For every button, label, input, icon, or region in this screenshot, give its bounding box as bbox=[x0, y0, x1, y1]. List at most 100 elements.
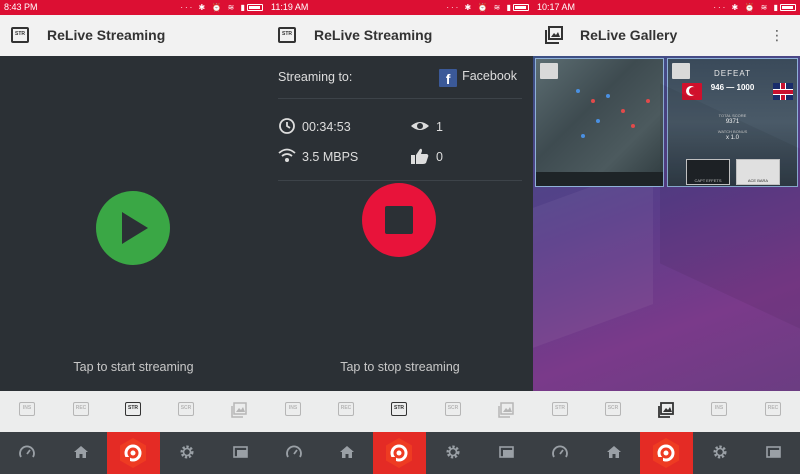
award-card: ACE BARA bbox=[736, 159, 780, 185]
start-streaming-button[interactable] bbox=[96, 191, 170, 265]
gallery-icon bbox=[231, 402, 247, 418]
gallery-content: DEFEAT 946 — 1000 TOTAL SCORE 9371 WATCH… bbox=[533, 56, 800, 391]
relive-home-button[interactable] bbox=[640, 432, 693, 474]
gear-icon[interactable] bbox=[711, 443, 729, 461]
tab-streaming[interactable]: STR bbox=[391, 402, 407, 416]
like-count: 0 bbox=[410, 147, 443, 166]
status-bar: 8:43 PM ··· ✱ ⏰ ≋ ▮ bbox=[0, 0, 267, 15]
gallery-icon bbox=[658, 402, 674, 418]
bottom-nav bbox=[533, 432, 800, 474]
gallery-screen: 10:17 AM ··· ✱ ⏰ ≋ ▮ ReLive Gallery ⋮ DE… bbox=[533, 0, 800, 474]
gear-icon[interactable] bbox=[178, 443, 196, 461]
streaming-screen-live: 11:19 AM ··· ✱ ⏰ ≋ ▮ STR ReLive Streamin… bbox=[267, 0, 533, 474]
image-icon bbox=[540, 63, 558, 79]
app-bar: STR ReLive Streaming bbox=[0, 15, 267, 56]
bottom-nav bbox=[267, 432, 533, 474]
gallery-icon bbox=[498, 402, 514, 418]
likes-value: 0 bbox=[436, 150, 443, 164]
viewers-value: 1 bbox=[436, 120, 443, 134]
tab-instant-replay[interactable]: INS bbox=[285, 402, 301, 416]
home-icon[interactable] bbox=[338, 443, 356, 461]
battery-icon bbox=[780, 4, 796, 11]
status-icons: ··· ✱ ⏰ ≋ ▮ bbox=[180, 0, 263, 15]
relive-logo-icon bbox=[657, 444, 675, 462]
relive-logo-icon bbox=[124, 444, 142, 462]
tab-gallery[interactable] bbox=[231, 402, 247, 418]
sub-tab-bar: INS REC STR SCR bbox=[267, 391, 533, 432]
app-bar: ReLive Gallery ⋮ bbox=[533, 15, 800, 56]
home-icon[interactable] bbox=[605, 443, 623, 461]
stop-icon bbox=[385, 206, 413, 234]
tab-screenshot[interactable]: SCR bbox=[605, 402, 621, 416]
start-streaming-prompt: Tap to start streaming bbox=[73, 360, 194, 374]
award-card: CAPT EFFETS bbox=[686, 159, 730, 185]
battery-icon bbox=[513, 4, 529, 11]
wifi-icon bbox=[278, 148, 296, 162]
award-card-label: CAPT EFFETS bbox=[694, 178, 722, 183]
sub-tab-bar: STR SCR INS REC bbox=[533, 391, 800, 432]
uk-flag-icon bbox=[773, 83, 793, 100]
total-score-label: TOTAL SCORE bbox=[718, 113, 747, 118]
gallery-thumbnail[interactable] bbox=[535, 58, 664, 187]
relive-home-button[interactable] bbox=[107, 432, 160, 474]
match-result: DEFEAT bbox=[714, 69, 751, 78]
streaming-icon: STR bbox=[11, 27, 29, 43]
streaming-screen-idle: 8:43 PM ··· ✱ ⏰ ≋ ▮ STR ReLive Streaming… bbox=[0, 0, 267, 474]
tab-screenshot[interactable]: SCR bbox=[178, 402, 194, 416]
clock-icon bbox=[279, 118, 295, 134]
award-card-label: ACE BARA bbox=[747, 178, 769, 183]
status-bar: 10:17 AM ··· ✱ ⏰ ≋ ▮ bbox=[533, 0, 800, 15]
eye-icon bbox=[411, 122, 429, 130]
tab-streaming[interactable]: STR bbox=[125, 402, 141, 416]
stream-bitrate: 3.5 MBPS bbox=[278, 147, 358, 166]
tab-record[interactable]: REC bbox=[765, 402, 781, 416]
speedometer-icon[interactable] bbox=[18, 443, 36, 461]
speedometer-icon[interactable] bbox=[285, 443, 303, 461]
sub-tab-bar: INS REC STR SCR bbox=[0, 391, 267, 432]
page-title: ReLive Streaming bbox=[47, 27, 166, 43]
viewer-count: 1 bbox=[410, 117, 443, 136]
stream-duration: 00:34:53 bbox=[278, 117, 351, 136]
gallery-icon bbox=[545, 26, 563, 44]
tab-streaming[interactable]: STR bbox=[552, 402, 568, 416]
gallery-thumbnail[interactable]: DEFEAT 946 — 1000 TOTAL SCORE 9371 WATCH… bbox=[667, 58, 798, 187]
streaming-to-label: Streaming to: bbox=[278, 70, 353, 84]
tab-record[interactable]: REC bbox=[338, 402, 354, 416]
tab-instant-replay[interactable]: INS bbox=[19, 402, 35, 416]
main-content: Streaming to: f Facebook 00:34:53 1 3.5 M… bbox=[267, 56, 533, 391]
total-score-value: 9371 bbox=[725, 119, 740, 125]
tab-gallery[interactable] bbox=[658, 402, 674, 418]
duration-value: 00:34:53 bbox=[302, 120, 351, 134]
overlay-icon[interactable] bbox=[232, 443, 250, 461]
bottom-nav bbox=[0, 432, 267, 474]
tab-record[interactable]: REC bbox=[73, 402, 89, 416]
overlay-icon[interactable] bbox=[765, 443, 783, 461]
platform-name: Facebook bbox=[462, 69, 517, 83]
stop-streaming-prompt: Tap to stop streaming bbox=[340, 360, 460, 374]
status-icons: ··· ✱ ⏰ ≋ ▮ bbox=[713, 0, 796, 15]
status-time: 11:19 AM bbox=[271, 2, 309, 12]
status-bar: 11:19 AM ··· ✱ ⏰ ≋ ▮ bbox=[267, 0, 533, 15]
page-title: ReLive Streaming bbox=[314, 27, 433, 43]
stop-streaming-button[interactable] bbox=[362, 183, 436, 257]
relive-home-button[interactable] bbox=[373, 432, 426, 474]
status-time: 10:17 AM bbox=[537, 2, 576, 12]
play-icon bbox=[122, 212, 148, 244]
divider bbox=[278, 180, 522, 181]
gear-icon[interactable] bbox=[444, 443, 462, 461]
home-icon[interactable] bbox=[72, 443, 90, 461]
tab-instant-replay[interactable]: INS bbox=[711, 402, 727, 416]
speedometer-icon[interactable] bbox=[551, 443, 569, 461]
app-bar: STR ReLive Streaming bbox=[267, 15, 533, 56]
tab-gallery[interactable] bbox=[498, 402, 514, 418]
tab-screenshot[interactable]: SCR bbox=[445, 402, 461, 416]
overflow-menu-icon[interactable]: ⋮ bbox=[770, 27, 784, 43]
facebook-icon: f bbox=[439, 69, 458, 87]
status-icons: ··· ✱ ⏰ ≋ ▮ bbox=[446, 0, 529, 15]
streaming-platform[interactable]: f Facebook bbox=[439, 66, 517, 87]
overlay-icon[interactable] bbox=[498, 443, 516, 461]
bitrate-value: 3.5 MBPS bbox=[302, 150, 359, 164]
streaming-icon: STR bbox=[278, 27, 296, 43]
battery-icon bbox=[247, 4, 263, 11]
divider bbox=[278, 98, 522, 99]
